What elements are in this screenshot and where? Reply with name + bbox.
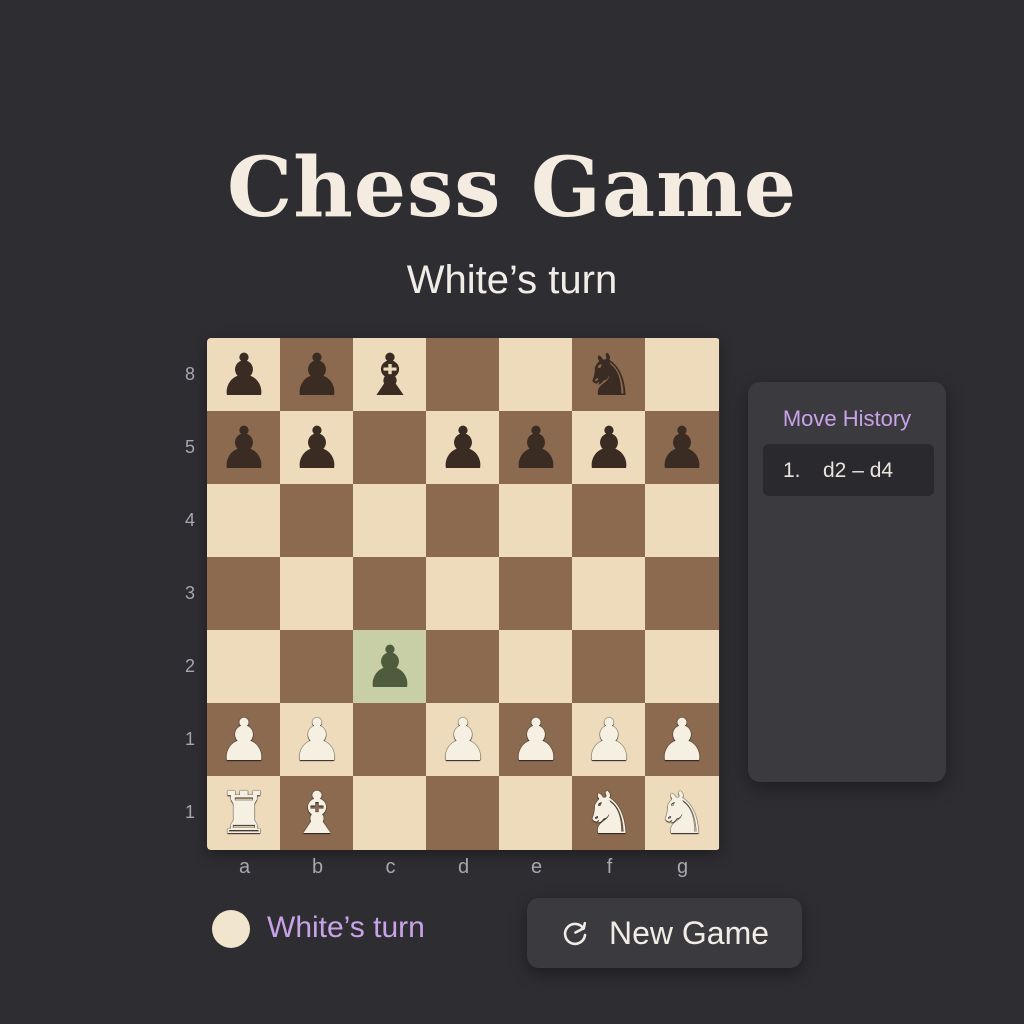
moved-pawn-icon[interactable]: ♟ [353, 630, 427, 704]
board-square[interactable]: ♞ [572, 776, 646, 850]
rank-label: 8 [184, 364, 195, 384]
board-square[interactable]: ♞ [645, 776, 719, 850]
board-square[interactable] [353, 411, 427, 485]
white-pawn-icon[interactable]: ♟ [645, 703, 719, 777]
file-label: a [238, 856, 251, 878]
board-square[interactable]: ♟ [207, 703, 281, 777]
board-square[interactable] [645, 557, 719, 631]
black-pawn-icon[interactable]: ♟ [572, 411, 646, 485]
black-pawn-icon[interactable]: ♟ [426, 411, 500, 485]
black-bishop-icon[interactable]: ♝ [353, 338, 427, 412]
file-label: b [311, 856, 324, 878]
new-game-label: New Game [609, 915, 770, 951]
board-square[interactable] [207, 630, 281, 704]
white-knight-icon[interactable]: ♞ [645, 776, 719, 850]
board-square[interactable] [280, 484, 354, 558]
board-square[interactable]: ♟ [426, 703, 500, 777]
rank-label: 3 [184, 583, 195, 603]
board-square[interactable] [426, 484, 500, 558]
black-knight-icon[interactable]: ♞ [572, 338, 646, 412]
board-square[interactable]: ♟ [426, 411, 500, 485]
file-label: c [385, 856, 396, 878]
board-square[interactable] [572, 484, 646, 558]
white-rook-icon[interactable]: ♜ [207, 776, 281, 850]
board-square[interactable] [572, 557, 646, 631]
board-square[interactable]: ♝ [280, 776, 354, 850]
board-square[interactable]: ♞ [572, 338, 646, 412]
board-square[interactable] [645, 338, 719, 412]
rank-label: 1 [184, 802, 195, 822]
board-square[interactable] [280, 630, 354, 704]
board-square[interactable]: ♟ [280, 338, 354, 412]
board-square[interactable]: ♟ [572, 411, 646, 485]
board-square[interactable]: ♟ [499, 703, 573, 777]
board-square[interactable]: ♟ [572, 703, 646, 777]
black-pawn-icon[interactable]: ♟ [645, 411, 719, 485]
board-square[interactable]: ♝ [353, 338, 427, 412]
turn-indicator-dot [212, 910, 250, 948]
board-square[interactable]: ♟ [207, 338, 281, 412]
turn-status-text: White’s turn [267, 911, 425, 944]
board-square[interactable]: ♜ [207, 776, 281, 850]
board-square[interactable] [499, 630, 573, 704]
black-pawn-icon[interactable]: ♟ [499, 411, 573, 485]
white-pawn-icon[interactable]: ♟ [207, 703, 281, 777]
board-square[interactable]: ♟ [645, 703, 719, 777]
board-square[interactable] [353, 557, 427, 631]
board-square[interactable] [426, 776, 500, 850]
white-bishop-icon[interactable]: ♝ [280, 776, 354, 850]
move-notation: d2 – d4 [823, 459, 894, 482]
rank-label: 5 [184, 437, 195, 457]
board-square[interactable] [499, 484, 573, 558]
board-square[interactable]: ♟ [645, 411, 719, 485]
white-pawn-icon[interactable]: ♟ [280, 703, 354, 777]
white-pawn-icon[interactable]: ♟ [499, 703, 573, 777]
board-square[interactable]: ♟ [207, 411, 281, 485]
black-pawn-icon[interactable]: ♟ [280, 411, 354, 485]
board-square[interactable] [280, 557, 354, 631]
file-label: d [457, 856, 470, 878]
board-square[interactable] [499, 776, 573, 850]
rank-label: 4 [184, 510, 195, 530]
rank-label: 1 [184, 729, 195, 749]
page-title: Chess Game [226, 140, 798, 236]
board-square[interactable] [572, 630, 646, 704]
white-pawn-icon[interactable]: ♟ [426, 703, 500, 777]
board-square[interactable] [499, 338, 573, 412]
board-square[interactable] [645, 630, 719, 704]
chess-board: ♟ ♟ ♝ ♞ ♟ ♟ ♟ ♟ ♟ ♟ ♟ ♟ ♟ ♟ ♟ ♟ ♟ ♜ ♝ ♞ ♞ [207, 338, 720, 850]
board-square[interactable] [426, 557, 500, 631]
board-square[interactable] [499, 557, 573, 631]
board-square[interactable] [353, 703, 427, 777]
file-label: e [530, 856, 543, 878]
board-square[interactable] [645, 484, 719, 558]
board-square[interactable] [207, 557, 281, 631]
board-square[interactable]: ♟ [280, 703, 354, 777]
board-square[interactable]: ♟ [499, 411, 573, 485]
black-pawn-icon[interactable]: ♟ [207, 411, 281, 485]
move-number: 1. [783, 459, 801, 482]
file-label: f [606, 856, 613, 878]
board-square[interactable] [353, 776, 427, 850]
move-history-title: Move History [782, 406, 912, 431]
white-pawn-icon[interactable]: ♟ [572, 703, 646, 777]
board-square[interactable] [207, 484, 281, 558]
turn-subtitle: White’s turn [406, 258, 618, 302]
black-pawn-icon[interactable]: ♟ [280, 338, 354, 412]
move-history-panel: Move History 1. d2 – d4 [748, 382, 946, 782]
new-game-button[interactable]: New Game [527, 898, 802, 968]
board-square[interactable] [426, 630, 500, 704]
chess-app: Chess Game White’s turn 8 5 4 3 2 1 1 ♟ ♟… [0, 0, 1024, 1024]
board-square[interactable]: ♟ [353, 630, 427, 704]
move-history-row[interactable]: 1. d2 – d4 [763, 444, 934, 496]
black-pawn-icon[interactable]: ♟ [207, 338, 281, 412]
board-square[interactable]: ♟ [280, 411, 354, 485]
rank-label: 2 [184, 656, 195, 676]
board-square[interactable] [426, 338, 500, 412]
file-label: g [676, 856, 689, 878]
white-knight-icon[interactable]: ♞ [572, 776, 646, 850]
refresh-icon [563, 921, 587, 946]
board-square[interactable] [353, 484, 427, 558]
